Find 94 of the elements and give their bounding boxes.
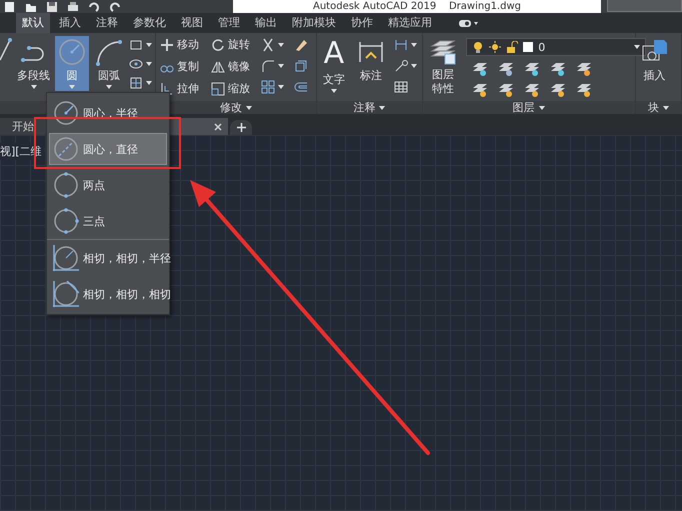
layer-stack-icon	[430, 38, 456, 66]
move-icon	[160, 38, 174, 52]
panel-title[interactable]: 图层	[512, 101, 535, 114]
modify-tool-button[interactable]: 旋转	[210, 36, 251, 53]
menu-item[interactable]: 圆心，直径	[49, 133, 167, 165]
caret-icon[interactable]	[246, 106, 252, 110]
print-icon[interactable]	[67, 1, 79, 13]
caret-icon[interactable]	[146, 62, 152, 66]
layer-color-swatch	[523, 42, 534, 52]
circle-three-point-icon	[53, 208, 79, 234]
search-field[interactable]	[607, 0, 682, 12]
ribbon-tab[interactable]: 注释	[90, 13, 124, 33]
draw-tool-button[interactable]: 多段线	[14, 36, 53, 91]
leader-icon[interactable]	[394, 59, 408, 73]
plus-icon	[236, 123, 246, 132]
new-file-icon[interactable]	[4, 1, 16, 13]
caret-icon[interactable]	[278, 43, 284, 47]
rotate-icon	[211, 38, 225, 52]
dimension-tool-button[interactable]: 标注	[354, 36, 388, 85]
hatch-icon[interactable]	[129, 76, 143, 90]
offset-icon[interactable]	[294, 59, 308, 73]
panel-title[interactable]: 注释	[353, 101, 376, 114]
panel-title[interactable]: 块	[648, 101, 659, 114]
ribbon-tab[interactable]: 精选应用	[382, 13, 438, 33]
menu-item[interactable]: 三点	[49, 205, 167, 237]
caret-icon[interactable]	[278, 64, 284, 68]
caret-icon[interactable]	[146, 43, 152, 47]
undo-icon[interactable]	[88, 1, 100, 13]
modify-tool-button[interactable]: 缩放	[210, 80, 251, 97]
circle-tangent-radius-icon	[53, 245, 79, 271]
ribbon-tab[interactable]: 管理	[212, 13, 246, 33]
close-icon[interactable]	[214, 122, 222, 130]
layer-tool-icon[interactable]	[524, 61, 540, 77]
circle-radius-icon	[53, 100, 79, 126]
caret-icon[interactable]	[410, 64, 417, 68]
layer-tool-icon[interactable]	[550, 61, 566, 77]
linear-dimension-icon[interactable]	[394, 38, 408, 52]
caret-icon[interactable]	[278, 85, 284, 89]
array-icon[interactable]	[261, 80, 275, 94]
circle-diameter-icon	[53, 136, 79, 162]
arc-icon	[94, 38, 124, 66]
caret-icon[interactable]	[330, 89, 337, 93]
ellipse-icon[interactable]	[129, 57, 143, 71]
ribbon-tab[interactable]: 默认	[16, 13, 50, 33]
ribbon-tab[interactable]: 插入	[53, 13, 87, 33]
caret-icon[interactable]	[410, 43, 417, 47]
panel-title[interactable]: 修改	[220, 101, 242, 114]
caret-icon[interactable]	[662, 106, 669, 110]
caret-icon[interactable]	[634, 45, 640, 49]
modify-tool-button[interactable]: 镜像	[210, 58, 251, 75]
text-glyph: A	[324, 38, 344, 70]
caret-icon[interactable]	[379, 106, 386, 110]
redo-icon[interactable]	[109, 1, 121, 13]
caret-icon[interactable]	[538, 106, 545, 110]
unlocked-padlock-icon	[506, 41, 518, 53]
scale-icon	[211, 82, 225, 96]
modify-tool-button[interactable]: 移动	[159, 36, 200, 53]
lightbulb-icon	[472, 41, 484, 53]
toggle-icon[interactable]	[459, 18, 479, 28]
menu-item[interactable]: 两点	[49, 169, 167, 201]
circle-two-point-icon	[53, 172, 79, 198]
ribbon-tab[interactable]: 协作	[345, 13, 379, 33]
layer-tool-icon[interactable]	[498, 61, 514, 77]
rectangle-icon[interactable]	[129, 38, 143, 52]
layer-tool-icon[interactable]	[472, 61, 488, 77]
layer-tool-icon[interactable]	[576, 61, 592, 77]
eraser-icon[interactable]	[294, 38, 308, 52]
table-icon[interactable]	[394, 80, 408, 94]
text-tool-button[interactable]: A 文字	[320, 36, 348, 95]
join-icon[interactable]	[294, 80, 308, 94]
mirror-icon	[211, 60, 225, 74]
layer-tool-icon[interactable]	[472, 82, 488, 98]
layer-dropdown[interactable]: 0	[466, 38, 646, 56]
caret-icon[interactable]	[146, 81, 152, 85]
trim-icon[interactable]	[261, 38, 275, 52]
layer-properties-button[interactable]: 图层特性	[426, 36, 460, 99]
ribbon-tab[interactable]: 附加模块	[286, 13, 342, 33]
circle-tangent-icon	[53, 281, 79, 307]
ribbon-tab[interactable]: 参数化	[127, 13, 172, 33]
layer-tool-icon[interactable]	[498, 82, 514, 98]
fillet-icon[interactable]	[261, 59, 275, 73]
sun-icon	[489, 41, 502, 53]
layer-tool-icon[interactable]	[576, 82, 592, 98]
window-title: Autodesk AutoCAD 2019 Drawing1.dwg	[233, 0, 601, 13]
layer-tool-icon[interactable]	[550, 82, 566, 98]
current-layer-name: 0	[538, 40, 546, 54]
new-tab-button[interactable]	[230, 120, 252, 135]
save-icon[interactable]	[46, 1, 58, 13]
ribbon-tab[interactable]: 输出	[249, 13, 283, 33]
file-tab[interactable]: 开始	[0, 118, 46, 135]
ribbon-tab[interactable]: 视图	[175, 13, 209, 33]
modify-tool-button[interactable]: 复制	[159, 58, 200, 75]
layer-tool-icon[interactable]	[524, 82, 540, 98]
caret-icon[interactable]	[30, 85, 36, 89]
